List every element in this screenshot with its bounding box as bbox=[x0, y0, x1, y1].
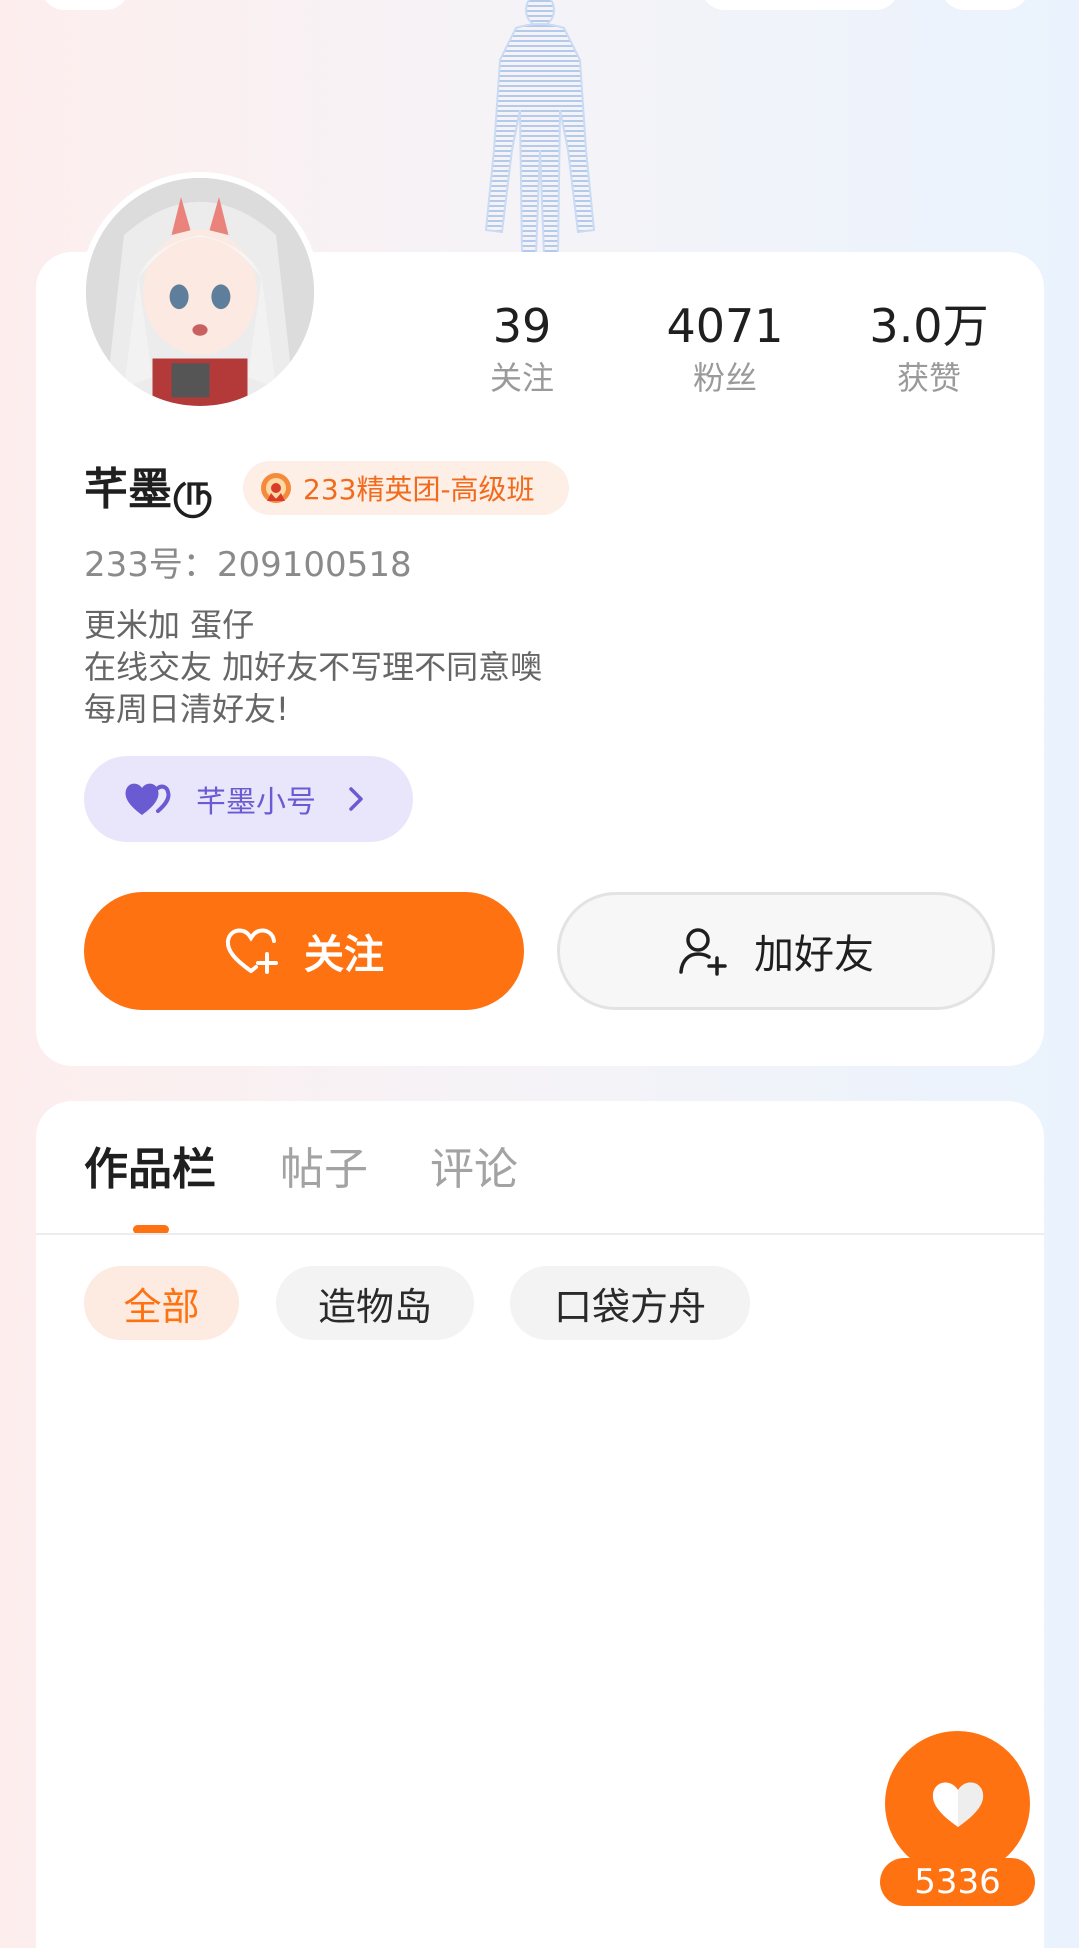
heart-plus-icon bbox=[225, 928, 278, 974]
add-friend-button-label: 加好友 bbox=[754, 932, 874, 978]
like-button[interactable] bbox=[885, 1731, 1030, 1876]
follow-button-label: 关注 bbox=[304, 932, 384, 978]
tab-works[interactable]: 作品栏 bbox=[84, 1140, 216, 1200]
filter-chip-all[interactable]: 全部 bbox=[84, 1266, 239, 1340]
heart-icon bbox=[932, 1781, 983, 1827]
tab-divider bbox=[36, 1233, 1044, 1235]
alt-account-link[interactable]: 芊墨小号 bbox=[84, 756, 413, 842]
stat-following[interactable]: 39 关注 bbox=[442, 298, 602, 400]
double-heart-icon bbox=[125, 783, 171, 815]
stat-followers[interactable]: 4071 粉丝 bbox=[645, 298, 805, 400]
top-right-button-edge[interactable] bbox=[940, 0, 1030, 10]
avatar[interactable] bbox=[80, 172, 320, 412]
stat-likes[interactable]: 3.0万 获赞 bbox=[849, 298, 1009, 400]
username: 芊墨ரு bbox=[84, 464, 213, 515]
stat-followers-value: 4071 bbox=[666, 299, 784, 353]
stat-likes-value: 3.0万 bbox=[869, 299, 989, 353]
like-count-badge: 5336 bbox=[880, 1858, 1035, 1906]
bio-line: 在线交友 加好友不写理不同意噢 bbox=[84, 648, 543, 686]
filter-chip-pocket-ark[interactable]: 口袋方舟 bbox=[510, 1266, 750, 1340]
character-figure-image bbox=[484, 0, 596, 255]
bio-line: 每周日清好友! bbox=[84, 690, 289, 728]
account-id: 233号：209100518 bbox=[84, 545, 412, 585]
stat-following-value: 39 bbox=[492, 299, 552, 353]
top-left-button-edge[interactable] bbox=[40, 0, 130, 10]
top-right-pill-edge[interactable] bbox=[700, 0, 900, 10]
stat-likes-label: 获赞 bbox=[896, 359, 961, 397]
tab-comments[interactable]: 评论 bbox=[430, 1140, 518, 1200]
group-badge-label: 233精英团-高级班 bbox=[303, 473, 535, 506]
user-plus-icon bbox=[679, 928, 727, 976]
stat-following-label: 关注 bbox=[489, 359, 554, 397]
bio-line: 更米加 蛋仔 bbox=[84, 606, 255, 644]
chevron-right-icon bbox=[349, 787, 363, 811]
alt-account-label: 芊墨小号 bbox=[196, 785, 316, 820]
tab-posts[interactable]: 帖子 bbox=[280, 1140, 368, 1200]
add-friend-button[interactable]: 加好友 bbox=[557, 892, 995, 1010]
badge-emblem-icon bbox=[261, 473, 291, 503]
filter-chip-creation-island[interactable]: 造物岛 bbox=[276, 1266, 474, 1340]
bio: 更米加 蛋仔 在线交友 加好友不写理不同意噢 每周日清好友! bbox=[84, 604, 542, 730]
group-badge[interactable]: 233精英团-高级班 bbox=[243, 461, 569, 515]
follow-button[interactable]: 关注 bbox=[84, 892, 524, 1010]
stat-followers-label: 粉丝 bbox=[692, 359, 757, 397]
